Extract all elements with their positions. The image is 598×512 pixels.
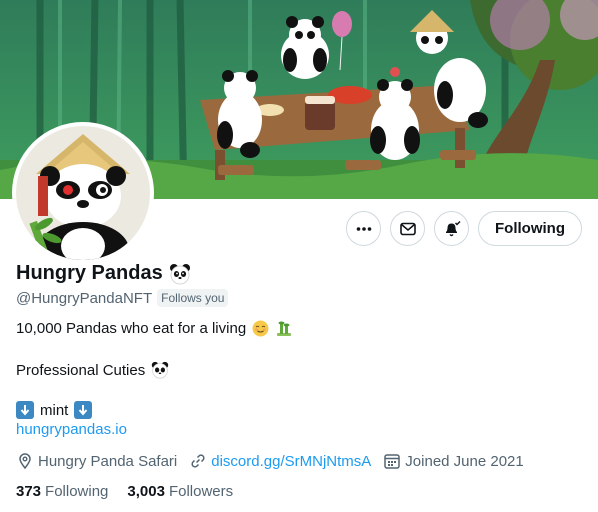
location-item: Hungry Panda Safari	[16, 452, 177, 470]
display-name: Hungry Pandas	[16, 262, 163, 284]
panda-emoji-icon	[152, 361, 169, 379]
website-line: hungrypandas.io	[16, 421, 127, 438]
follow-stats: 373 Following 3,003 Followers	[16, 483, 252, 500]
profile-avatar[interactable]	[12, 122, 154, 264]
link-icon	[191, 454, 205, 468]
following-count: 373	[16, 483, 42, 500]
following-stat[interactable]: 373 Following	[16, 483, 108, 500]
bio-text-2: Professional Cuties	[16, 361, 146, 379]
bamboo-emoji-icon	[277, 321, 292, 336]
followers-count: 3,003	[127, 483, 165, 500]
location-text: Hungry Panda Safari	[38, 452, 178, 470]
notifications-button[interactable]	[434, 211, 470, 246]
follows-you-badge: Follows you	[157, 289, 229, 307]
mint-line: mint	[16, 401, 93, 419]
bio-line-1: 10,000 Pandas who eat for a living	[16, 320, 293, 337]
following-button[interactable]: Following	[478, 211, 582, 246]
bell-check-icon	[445, 220, 461, 236]
location-pin-icon	[19, 453, 31, 470]
joined-text: Joined June 2021	[405, 452, 524, 470]
calendar-icon	[384, 454, 401, 469]
message-button[interactable]	[390, 211, 426, 246]
name-row: Hungry Pandas	[16, 262, 191, 285]
followers-label: Followers	[168, 483, 234, 500]
following-label: Following	[45, 483, 109, 500]
discord-item: discord.gg/SrMNjNtmsA	[189, 452, 371, 470]
joined-item: Joined June 2021	[383, 452, 524, 470]
relieved-emoji-icon	[252, 320, 269, 337]
more-button[interactable]	[346, 211, 382, 246]
profile-actions: Following	[346, 211, 582, 246]
mint-label: mint	[40, 401, 69, 419]
handle-row: @HungryPandaNFT Follows you	[16, 289, 229, 307]
more-icon	[356, 226, 371, 231]
down-arrow-icon	[74, 401, 93, 419]
discord-link[interactable]: discord.gg/SrMNjNtmsA	[211, 453, 371, 470]
website-link[interactable]: hungrypandas.io	[16, 421, 127, 438]
panda-emoji-icon	[169, 263, 190, 284]
followers-stat[interactable]: 3,003 Followers	[127, 483, 233, 500]
bio-line-2: Professional Cuties	[16, 361, 169, 379]
bio-text-1: 10,000 Pandas who eat for a living	[16, 320, 247, 337]
profile-meta: Hungry Panda Safari discord.gg/SrMNjNtms…	[16, 452, 536, 470]
down-arrow-icon	[16, 401, 34, 419]
handle: @HungryPandaNFT	[16, 289, 153, 307]
envelope-icon	[399, 222, 416, 235]
